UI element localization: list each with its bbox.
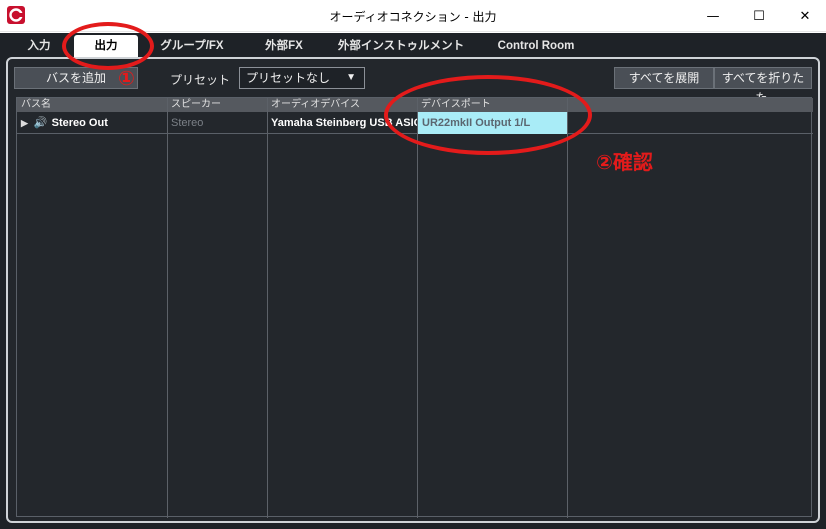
speaker-cell[interactable]: Stereo (167, 112, 267, 134)
column-divider (267, 98, 268, 518)
annotation-circle-output-tab (62, 22, 154, 70)
annotation-step1: ① (118, 66, 135, 90)
dropdown-arrow-icon: ▼ (346, 72, 356, 83)
expand-all-button[interactable]: すべてを展開 (614, 67, 714, 89)
column-divider (167, 98, 168, 518)
preset-value: プリセットなし (246, 71, 331, 85)
preset-label: プリセット (170, 73, 231, 87)
annotation-circle-device-port (384, 75, 592, 155)
column-divider (567, 98, 568, 518)
expand-triangle-icon[interactable]: ▶ (21, 118, 28, 128)
column-bus-name[interactable]: バス名 (17, 98, 167, 112)
tab-group-fx[interactable]: グループ/FX (150, 35, 234, 57)
minimize-button[interactable]: — (690, 0, 736, 32)
tab-external-instruments[interactable]: 外部インストゥルメント (334, 35, 468, 57)
tab-input[interactable]: 入力 (18, 35, 60, 57)
close-button[interactable]: ✕ (782, 0, 826, 32)
tab-external-fx[interactable]: 外部FX (254, 35, 314, 57)
bus-table: バス名 スピーカー オーディオデバイス デバイスポート ▶ 🔊 Stereo Out… (16, 97, 813, 518)
speaker-icon: 🔊 (33, 117, 48, 129)
column-speaker[interactable]: スピーカー (167, 98, 267, 112)
bus-name-cell[interactable]: ▶ 🔊 Stereo Out (17, 112, 167, 134)
preset-select[interactable]: プリセットなし ▼ (239, 67, 365, 89)
tab-control-room[interactable]: Control Room (484, 35, 588, 57)
maximize-button[interactable]: ☐ (736, 0, 782, 32)
bus-name: Stereo Out (51, 117, 108, 129)
column-divider (417, 98, 418, 518)
collapse-all-button[interactable]: すべてを折りたた. (714, 67, 812, 105)
annotation-step2: ②確認 (596, 150, 653, 174)
